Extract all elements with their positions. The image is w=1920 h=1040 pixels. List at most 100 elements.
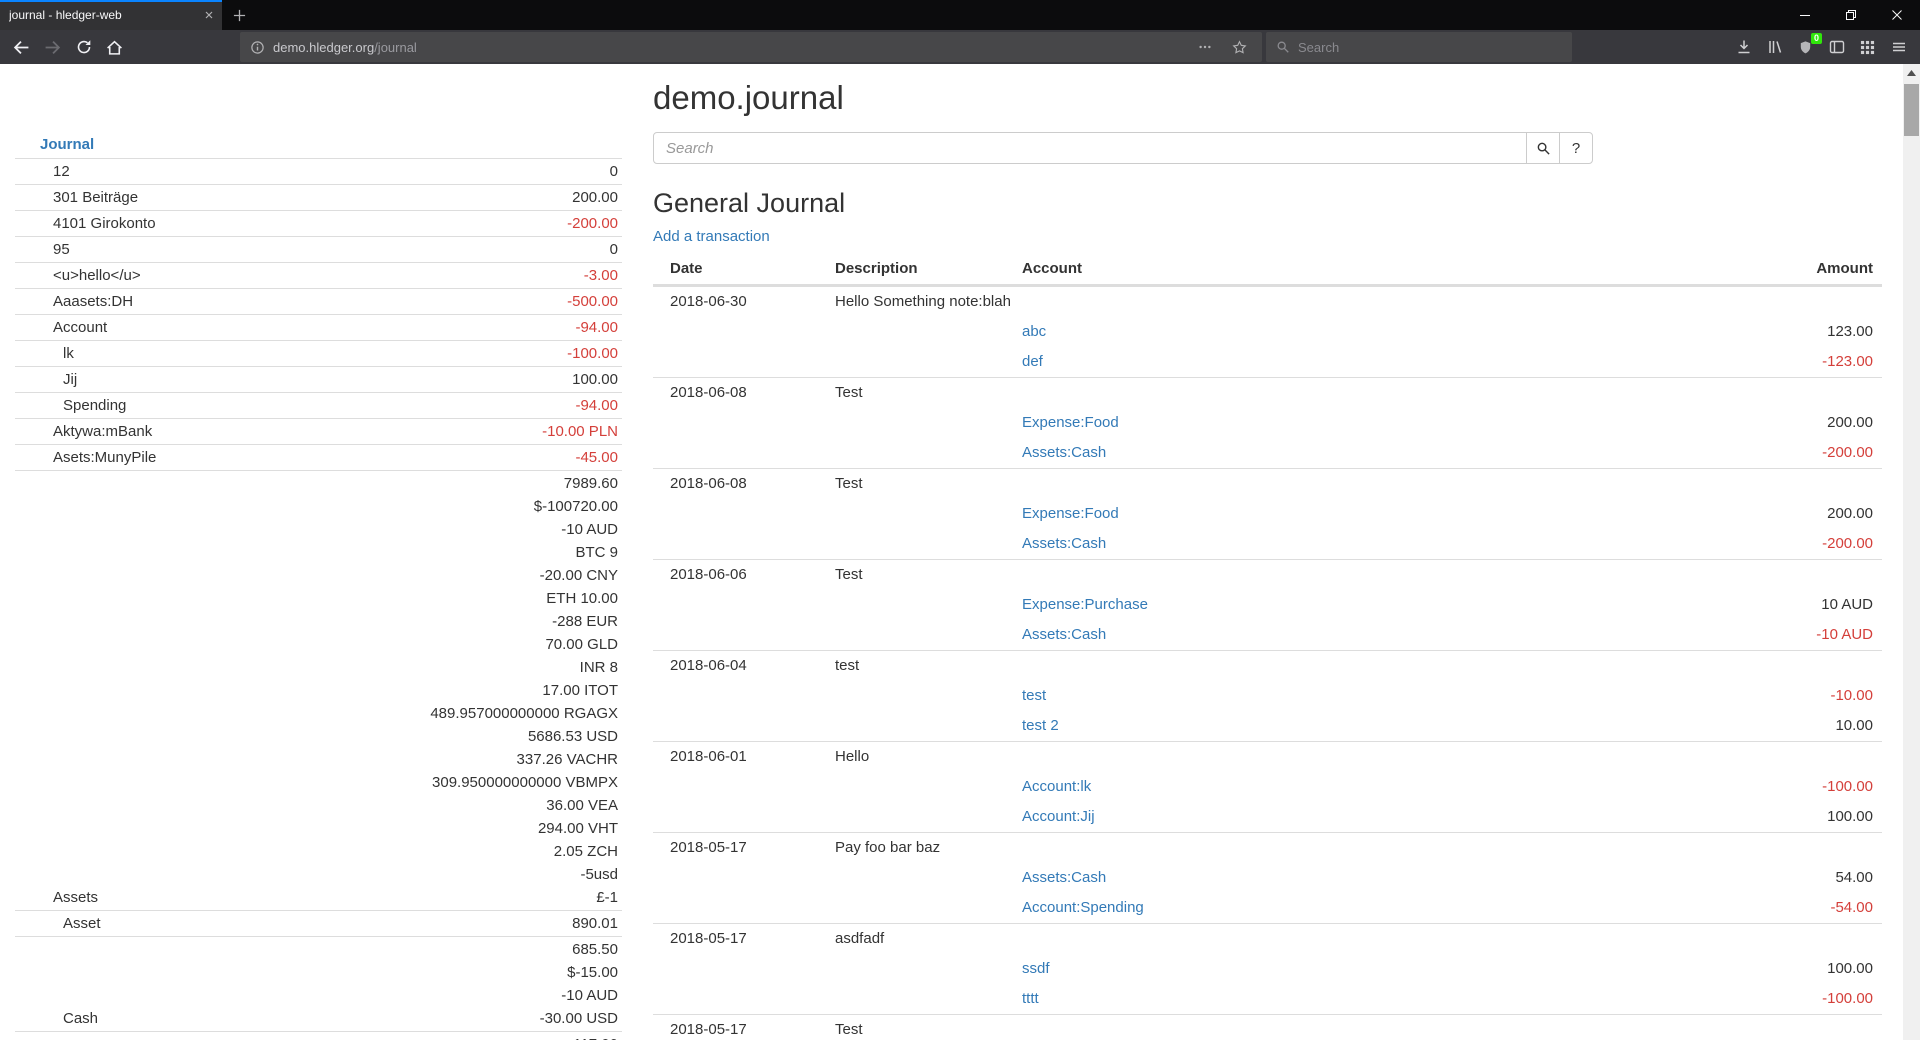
account-balance: 0 bbox=[610, 238, 618, 261]
new-tab-button[interactable] bbox=[222, 0, 256, 30]
account-name[interactable]: 95 bbox=[19, 238, 70, 261]
sidebar-account-row[interactable]: <u>hello</u> -3.00 bbox=[15, 262, 622, 288]
url-bar[interactable]: demo.hledger.org/journal bbox=[240, 32, 1262, 62]
browser-search-input[interactable] bbox=[1298, 40, 1562, 55]
window-close-button[interactable] bbox=[1874, 0, 1920, 30]
posting-account-link[interactable]: Account:Spending bbox=[1022, 899, 1144, 917]
account-name[interactable]: Asset bbox=[19, 912, 101, 935]
account-name[interactable]: Cash bbox=[19, 1007, 98, 1030]
sidebar-account-row[interactable]: 12 0 bbox=[15, 158, 622, 184]
posting-account-link[interactable]: def bbox=[1022, 353, 1043, 371]
posting-account-link[interactable]: Assets:Cash bbox=[1022, 444, 1106, 462]
sidebar-account-row[interactable]: Assets 7989.60$-100720.00-10 AUDBTC 9-20… bbox=[15, 470, 622, 910]
menu-hamburger-icon[interactable] bbox=[1883, 33, 1914, 61]
home-button[interactable] bbox=[99, 33, 130, 61]
account-name[interactable]: Jij bbox=[19, 368, 77, 391]
tab-close-icon[interactable] bbox=[205, 11, 213, 19]
posting-account-link[interactable]: Account:Jij bbox=[1022, 808, 1095, 826]
downloads-icon[interactable] bbox=[1728, 33, 1759, 61]
transaction-row[interactable]: 2018-05-17 Pay foo bar baz bbox=[653, 832, 1882, 863]
sidebar-account-row[interactable]: Spending -94.00 bbox=[15, 392, 622, 418]
posting-amount: 200.00 bbox=[1827, 505, 1873, 523]
sidebar-account-row[interactable]: Aktywa:mBank -10.00 PLN bbox=[15, 418, 622, 444]
account-name[interactable]: Asets:MunyPile bbox=[19, 446, 156, 469]
account-name[interactable]: Assets bbox=[19, 886, 98, 909]
browser-tab[interactable]: journal - hledger-web bbox=[0, 0, 222, 30]
apps-grid-icon[interactable] bbox=[1852, 33, 1883, 61]
posting-amount: 10 AUD bbox=[1821, 596, 1873, 614]
posting-account-link[interactable]: Expense:Food bbox=[1022, 505, 1119, 523]
account-name[interactable]: Account bbox=[19, 316, 107, 339]
posting-account-link[interactable]: test 2 bbox=[1022, 717, 1059, 735]
account-balance: -3.00 bbox=[584, 264, 618, 287]
account-name[interactable]: <u>hello</u> bbox=[19, 264, 141, 287]
sidebar-account-row[interactable]: lk -100.00 bbox=[15, 340, 622, 366]
posting-account-link[interactable]: Assets:Cash bbox=[1022, 869, 1106, 887]
library-icon[interactable] bbox=[1759, 33, 1790, 61]
page-actions-icon[interactable] bbox=[1192, 33, 1218, 61]
posting-account-link[interactable]: Assets:Cash bbox=[1022, 626, 1106, 644]
posting-account-link[interactable]: test bbox=[1022, 687, 1046, 705]
transaction-row[interactable]: 2018-06-30 Hello Something note:blah bbox=[653, 286, 1882, 317]
transaction-row[interactable]: 2018-06-08 Test bbox=[653, 468, 1882, 499]
account-name[interactable]: 4101 Girokonto bbox=[19, 212, 156, 235]
sidebar-account-row[interactable]: Asets:MunyPile -45.00 bbox=[15, 444, 622, 470]
posting-account-link[interactable]: tttt bbox=[1022, 990, 1039, 1008]
transaction-row[interactable]: 2018-05-17 Test bbox=[653, 1014, 1882, 1040]
balance-amount: £-1 bbox=[430, 886, 618, 909]
sidebar-journal-link[interactable]: Journal bbox=[15, 130, 622, 158]
account-name[interactable]: Aaasets:DH bbox=[19, 290, 133, 313]
sidebar-account-row[interactable]: 4101 Girokonto -200.00 bbox=[15, 210, 622, 236]
balance-amount: 0 bbox=[610, 238, 618, 261]
sidebar-account-row[interactable]: Account -94.00 bbox=[15, 314, 622, 340]
account-balance: -500.00 bbox=[567, 290, 618, 313]
journal-search-button[interactable] bbox=[1526, 132, 1560, 164]
account-name[interactable]: Aktywa:mBank bbox=[19, 420, 152, 443]
account-name[interactable]: lk bbox=[19, 342, 74, 365]
site-info-icon[interactable] bbox=[250, 40, 265, 55]
search-help-button[interactable]: ? bbox=[1559, 132, 1593, 164]
journal-search-input[interactable] bbox=[653, 132, 1527, 164]
sidebar-account-row[interactable]: Jij 100.00 bbox=[15, 366, 622, 392]
transaction-row[interactable]: 2018-06-04 test bbox=[653, 650, 1882, 681]
transaction-description: Hello Something note:blah bbox=[835, 293, 1022, 311]
page-scrollbar[interactable] bbox=[1903, 64, 1920, 1040]
window-restore-button[interactable] bbox=[1828, 0, 1874, 30]
sidebar-account-row[interactable]: Cash 685.50$-15.00-10 AUD-30.00 USD bbox=[15, 936, 622, 1031]
extension-icon[interactable]: 0 bbox=[1790, 33, 1821, 61]
account-name[interactable]: Spending bbox=[19, 394, 126, 417]
posting-account-link[interactable]: Expense:Purchase bbox=[1022, 596, 1148, 614]
posting-account-link[interactable]: Assets:Cash bbox=[1022, 535, 1106, 553]
posting-row: Assets:Cash -10 AUD bbox=[653, 620, 1882, 650]
account-name[interactable]: 12 bbox=[19, 160, 70, 183]
posting-account-link[interactable]: Expense:Food bbox=[1022, 414, 1119, 432]
account-name[interactable]: 301 Beiträge bbox=[19, 186, 138, 209]
scrollbar-thumb[interactable] bbox=[1904, 84, 1919, 136]
transaction-row[interactable]: 2018-06-01 Hello bbox=[653, 741, 1882, 772]
transaction-description: Test bbox=[835, 566, 1022, 584]
posting-account-link[interactable]: abc bbox=[1022, 323, 1046, 341]
browser-search-bar[interactable] bbox=[1266, 32, 1572, 62]
add-transaction-link[interactable]: Add a transaction bbox=[653, 228, 770, 245]
account-balance: -100.00 bbox=[567, 342, 618, 365]
forward-button[interactable] bbox=[37, 33, 68, 61]
transaction-row[interactable]: 2018-05-17 asdfadf bbox=[653, 923, 1882, 954]
posting-amount: -200.00 bbox=[1822, 444, 1873, 462]
sidebar-account-row[interactable]: Aaasets:DH -500.00 bbox=[15, 288, 622, 314]
sidebar-account-row[interactable]: -117.00 bbox=[15, 1031, 622, 1040]
account-balance: 685.50$-15.00-10 AUD-30.00 USD bbox=[540, 938, 618, 1030]
sidebar-toggle-icon[interactable] bbox=[1821, 33, 1852, 61]
window-minimize-button[interactable] bbox=[1782, 0, 1828, 30]
posting-account-link[interactable]: Account:lk bbox=[1022, 778, 1091, 796]
sidebar-account-row[interactable]: 301 Beiträge 200.00 bbox=[15, 184, 622, 210]
transaction-row[interactable]: 2018-06-06 Test bbox=[653, 559, 1882, 590]
back-button[interactable] bbox=[6, 33, 37, 61]
transaction-row[interactable]: 2018-06-08 Test bbox=[653, 377, 1882, 408]
sidebar-account-row[interactable]: 95 0 bbox=[15, 236, 622, 262]
bookmark-star-icon[interactable] bbox=[1226, 33, 1252, 61]
reload-button[interactable] bbox=[68, 33, 99, 61]
account-balance: -94.00 bbox=[575, 394, 618, 417]
posting-account-link[interactable]: ssdf bbox=[1022, 960, 1050, 978]
scrollbar-up-arrow[interactable] bbox=[1903, 64, 1920, 81]
sidebar-account-row[interactable]: Asset 890.01 bbox=[15, 910, 622, 936]
